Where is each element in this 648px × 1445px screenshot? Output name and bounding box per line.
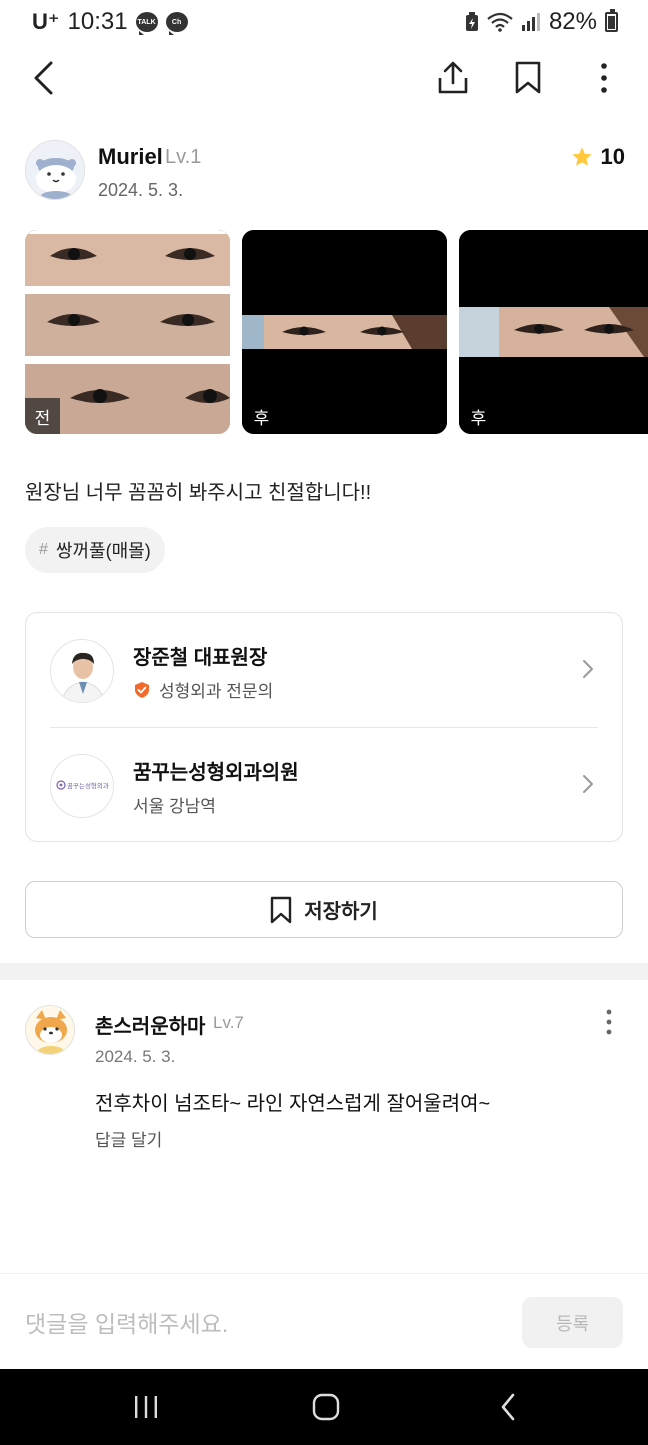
back-chevron-icon [501, 1393, 515, 1421]
author-level: Lv.1 [165, 146, 202, 168]
more-options-button[interactable] [582, 56, 626, 100]
photo-tag-before: 전 [25, 398, 60, 434]
comment-more-button[interactable] [597, 1007, 621, 1037]
comment-item: 촌스러운하마 Lv.7 2024. 5. 3. 전후차이 넘조타~ 라인 자연스… [25, 1005, 625, 1155]
bookmark-button[interactable] [506, 56, 550, 100]
section-divider [0, 963, 648, 980]
kakaotalk-notification-icon: TALK [135, 12, 158, 35]
photo-tag-after-1: 후 [253, 408, 270, 428]
home-icon [312, 1393, 340, 1421]
doctor-photo [50, 639, 114, 703]
signal-icon [521, 13, 540, 31]
comment-date: 2024. 5. 3. [95, 1047, 176, 1066]
doctor-specialty-row: 성형외과 전문의 [133, 677, 273, 702]
author-avatar[interactable] [25, 140, 85, 200]
more-vertical-icon [606, 1009, 612, 1035]
system-navigation-bar [0, 1369, 648, 1445]
seal-mascot-icon [26, 141, 84, 199]
home-button[interactable] [296, 1387, 356, 1427]
battery-percent: 82% [548, 8, 597, 35]
rating: 10 [571, 144, 625, 170]
comment-text: 전후차이 넘조타~ 라인 자연스럽게 잘어울려여~ [95, 1093, 491, 1115]
doctor-name: 장준철 대표원장 [133, 647, 268, 669]
review-author-header: Muriel Lv.1 2024. 5. 3. 10 [25, 140, 625, 202]
doctor-portrait-icon [51, 640, 113, 702]
doctor-specialty: 성형외과 전문의 [159, 682, 274, 701]
photo-tag-after-2: 후 [470, 408, 487, 428]
doctor-clinic-card: 장준철 대표원장 성형외과 전문의 꿈꾸는성형외과 꿈꾸는성형외과의원 서울 강… [25, 612, 623, 842]
svg-text:꿈꾸는성형외과: 꿈꾸는성형외과 [67, 781, 109, 790]
battery-saver-icon [465, 12, 478, 31]
clinic-logo-icon: 꿈꾸는성형외과 [51, 755, 113, 817]
share-icon [438, 61, 468, 94]
star-icon [571, 147, 592, 166]
author-name[interactable]: Muriel [98, 144, 163, 170]
more-vertical-icon [601, 63, 607, 93]
shiba-dog-mascot-icon [26, 1006, 74, 1054]
clinic-row[interactable]: 꿈꾸는성형외과 꿈꾸는성형외과의원 서울 강남역 [26, 728, 622, 842]
review-photo-carousel[interactable]: 전 후 후 [25, 230, 648, 435]
doctor-row[interactable]: 장준철 대표원장 성형외과 전문의 [26, 613, 622, 727]
commenter-avatar[interactable] [25, 1005, 75, 1055]
chevron-right-icon [583, 775, 593, 793]
comment-input-bar: 등록 [0, 1273, 648, 1369]
submit-comment-button[interactable]: 등록 [522, 1297, 623, 1348]
back-button[interactable] [21, 56, 65, 100]
reply-button[interactable]: 답글 달기 [95, 1126, 162, 1151]
clock: 10:31 [67, 8, 128, 35]
save-review-button[interactable]: 저장하기 [25, 881, 623, 938]
back-arrow-icon [34, 61, 53, 95]
system-back-button[interactable] [478, 1387, 538, 1427]
carrier-label: U⁺ [32, 9, 60, 34]
photo-before[interactable]: 전 [25, 230, 230, 434]
top-app-bar [0, 48, 648, 108]
photo-after-2[interactable]: 후 [459, 230, 648, 434]
channel-notification-icon: Ch [165, 12, 188, 35]
comment-input[interactable] [25, 1306, 495, 1342]
battery-icon [605, 9, 618, 32]
status-bar: U⁺ 10:31 TALK Ch 82% [0, 0, 648, 44]
commenter-level: Lv.7 [213, 1013, 244, 1032]
review-text: 원장님 너무 꼼꼼히 봐주시고 친절합니다!! [25, 482, 372, 504]
share-button[interactable] [431, 56, 475, 100]
rating-value: 10 [600, 144, 625, 169]
wifi-icon [487, 12, 513, 32]
procedure-hashtag-chip[interactable]: # 쌍꺼풀(매몰) [25, 527, 165, 573]
recent-apps-button[interactable] [116, 1387, 176, 1427]
hashtag-label: 쌍꺼풀(매몰) [55, 541, 151, 561]
clinic-name: 꿈꾸는성형외과의원 [133, 762, 299, 784]
commenter-name[interactable]: 촌스러운하마 [95, 1010, 205, 1039]
clinic-logo: 꿈꾸는성형외과 [50, 754, 114, 818]
bookmark-icon [515, 61, 541, 94]
recent-apps-icon [135, 1396, 157, 1418]
save-button-label: 저장하기 [304, 901, 378, 923]
verified-badge-icon [135, 681, 149, 698]
review-date: 2024. 5. 3. [98, 180, 184, 200]
bookmark-icon [270, 896, 292, 923]
hashtag-symbol: # [39, 541, 48, 558]
photo-after-1[interactable]: 후 [242, 230, 447, 434]
clinic-location: 서울 강남역 [133, 797, 216, 816]
chevron-right-icon [583, 660, 593, 678]
